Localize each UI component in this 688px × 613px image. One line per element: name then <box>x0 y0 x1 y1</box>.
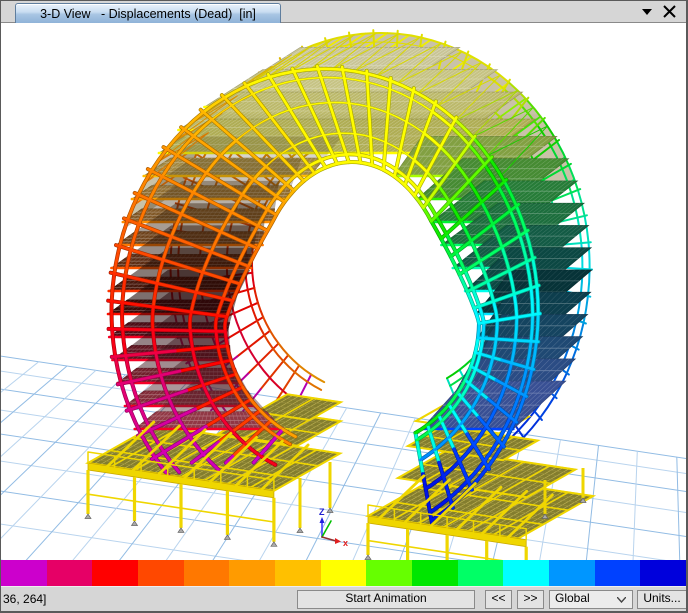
svg-text:Z: Z <box>319 507 325 517</box>
svg-text:x: x <box>343 538 348 548</box>
